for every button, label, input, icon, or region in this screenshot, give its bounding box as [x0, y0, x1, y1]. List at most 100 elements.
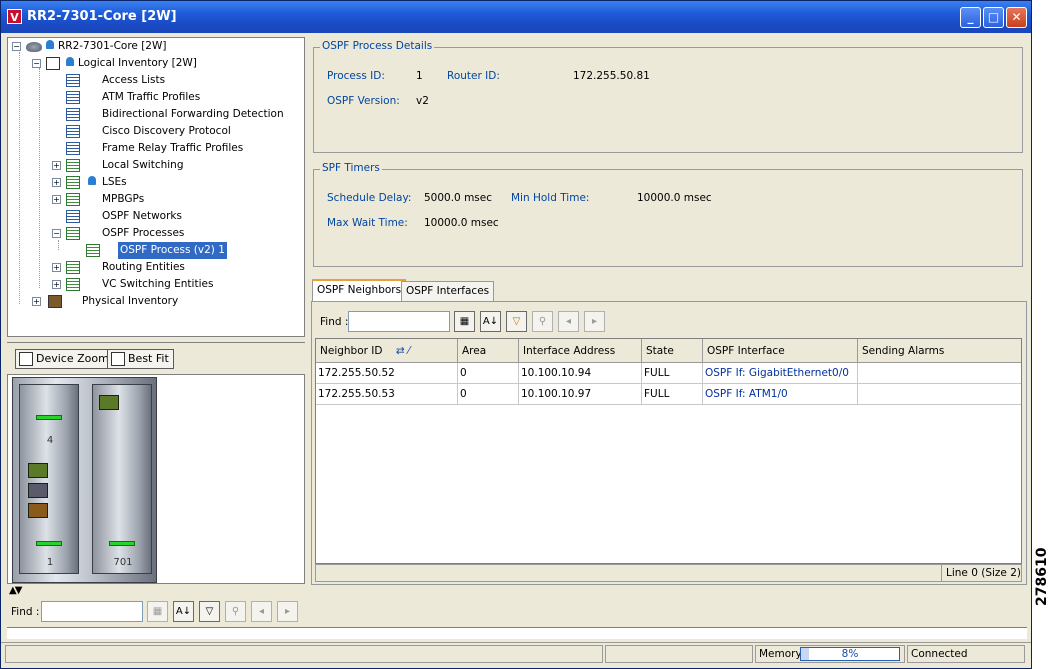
- router-id-label: Router ID:: [447, 70, 500, 82]
- spf-timers-group: SPF Timers Schedule Delay: 5000.0 msec M…: [313, 162, 1023, 267]
- events-find-input[interactable]: [41, 601, 143, 622]
- status-blank: [605, 645, 753, 663]
- clear-filter-icon[interactable]: ⚲: [532, 311, 553, 332]
- collapse-icon[interactable]: −: [12, 42, 21, 51]
- table-icon: [66, 193, 80, 206]
- table-icon: [66, 261, 80, 274]
- tree-node-label: ATM Traffic Profiles: [102, 91, 201, 103]
- slot-number: 701: [113, 557, 133, 568]
- device-zoom-button[interactable]: Device Zoom: [15, 349, 114, 369]
- events-clear-filter-icon[interactable]: ⚲: [225, 601, 246, 622]
- inventory-tree[interactable]: − RR2-7301-Core [2W] − Logical Inventory…: [7, 37, 305, 337]
- collapse-icon[interactable]: −: [32, 59, 41, 68]
- process-id-value: 1: [416, 70, 423, 82]
- max-wait-time-label: Max Wait Time:: [327, 217, 408, 229]
- cell-ospf-interface-link[interactable]: OSPF If: ATM1/0: [703, 384, 858, 405]
- best-fit-button[interactable]: Best Fit: [107, 349, 174, 369]
- cell-sending-alarms: [858, 384, 1021, 405]
- tree-node-label: MPBGPs: [102, 193, 145, 205]
- router-icon: [26, 42, 42, 52]
- tree-node-label: OSPF Processes: [102, 227, 185, 239]
- table-icon: [66, 176, 80, 189]
- zoom-toolbar: Device Zoom Best Fit: [7, 342, 305, 374]
- tree-node-label: RR2-7301-Core [2W]: [58, 40, 167, 52]
- main-window: V RR2-7301-Core [2W] _ □ ✕ − RR2-7301-Co…: [0, 0, 1032, 669]
- process-id-label: Process ID:: [327, 70, 385, 82]
- tab-ospf-interfaces[interactable]: OSPF Interfaces: [401, 281, 495, 301]
- cell-interface-address: 10.100.10.97: [519, 384, 642, 405]
- port-module[interactable]: [99, 395, 119, 410]
- column-header-neighbor-id[interactable]: Neighbor ID ⇄ ⁄: [316, 339, 458, 363]
- status-bar: Memory: 8% Connected: [1, 642, 1031, 664]
- events-filter-icon[interactable]: ▽: [199, 601, 220, 622]
- previous-icon[interactable]: ◂: [558, 311, 579, 332]
- tab-ospf-neighbors[interactable]: OSPF Neighbors: [312, 279, 407, 302]
- events-previous-icon[interactable]: ◂: [251, 601, 272, 622]
- memory-progress-fill: [801, 648, 809, 660]
- events-find-label: Find :: [11, 606, 40, 618]
- column-header-ospf-interface[interactable]: OSPF Interface: [703, 339, 858, 363]
- expand-icon[interactable]: +: [52, 195, 61, 204]
- cell-neighbor-id: 172.255.50.53: [316, 384, 458, 405]
- tree-guide-line: [58, 240, 59, 250]
- memory-label: Memory:: [759, 648, 805, 660]
- schedule-delay-value: 5000.0 msec: [424, 192, 493, 204]
- chassis[interactable]: 4 1 701: [12, 377, 157, 583]
- table-icon: [66, 227, 80, 240]
- ospf-version-label: OSPF Version:: [327, 95, 400, 107]
- filter-icon[interactable]: ▽: [506, 311, 527, 332]
- table-status-bar: Line 0 (Size 2): [315, 564, 1022, 582]
- expand-icon[interactable]: +: [52, 178, 61, 187]
- title-bar[interactable]: V RR2-7301-Core [2W] _ □ ✕: [1, 1, 1031, 33]
- save-icon[interactable]: ▦: [454, 311, 475, 332]
- alarm-bell-icon: [66, 57, 74, 66]
- split-pane-arrows[interactable]: ▲▼: [9, 585, 22, 596]
- next-icon[interactable]: ▸: [584, 311, 605, 332]
- chassis-view[interactable]: 4 1 701: [7, 374, 305, 584]
- table-icon: [66, 159, 80, 172]
- maximize-button[interactable]: □: [983, 7, 1004, 28]
- sort-icon[interactable]: A↓: [480, 311, 501, 332]
- port-module[interactable]: [28, 503, 48, 518]
- header-label: Neighbor ID: [320, 345, 383, 357]
- column-header-area[interactable]: Area: [458, 339, 519, 363]
- table-icon: [66, 108, 80, 121]
- minimize-button[interactable]: _: [960, 7, 981, 28]
- table-icon: [66, 91, 80, 104]
- max-wait-time-value: 10000.0 msec: [424, 217, 499, 229]
- find-input[interactable]: [348, 311, 450, 332]
- expand-icon[interactable]: +: [52, 263, 61, 272]
- ospf-neighbors-table[interactable]: Neighbor ID ⇄ ⁄ Area Interface Address S…: [315, 338, 1022, 564]
- tree-node-label: Physical Inventory: [82, 295, 179, 307]
- column-header-sending-alarms[interactable]: Sending Alarms: [858, 339, 1021, 363]
- status-led: [36, 415, 62, 420]
- port-module[interactable]: [28, 463, 48, 478]
- chassis-card-right[interactable]: 701: [92, 384, 152, 574]
- cell-neighbor-id: 172.255.50.52: [316, 363, 458, 384]
- alarm-bell-icon: [88, 176, 96, 185]
- expand-icon[interactable]: +: [52, 161, 61, 170]
- events-toolbar: Find : ▦ A↓ ▽ ⚲ ◂ ▸: [7, 597, 1027, 629]
- min-hold-time-value: 10000.0 msec: [637, 192, 712, 204]
- events-sort-icon[interactable]: A↓: [173, 601, 194, 622]
- tree-node-label: OSPF Process (v2) 1: [118, 242, 227, 259]
- events-next-icon[interactable]: ▸: [277, 601, 298, 622]
- column-header-state[interactable]: State: [642, 339, 703, 363]
- tree-node-label: Routing Entities: [102, 261, 185, 273]
- cell-state: FULL: [642, 363, 703, 384]
- group-title: SPF Timers: [320, 162, 382, 174]
- chassis-card-left[interactable]: 4 1: [19, 384, 79, 574]
- cell-ospf-interface-link[interactable]: OSPF If: GigabitEthernet0/0: [703, 363, 858, 384]
- ospf-process-details-group: OSPF Process Details Process ID: 1 Route…: [313, 40, 1023, 153]
- column-header-interface-address[interactable]: Interface Address: [519, 339, 642, 363]
- port-module[interactable]: [28, 483, 48, 498]
- collapse-icon[interactable]: −: [52, 229, 61, 238]
- tree-guide-line: [39, 68, 40, 288]
- status-led: [36, 541, 62, 546]
- expand-icon[interactable]: +: [32, 297, 41, 306]
- events-save-icon[interactable]: ▦: [147, 601, 168, 622]
- expand-icon[interactable]: +: [52, 280, 61, 289]
- tree-node-label: Frame Relay Traffic Profiles: [102, 142, 244, 154]
- close-button[interactable]: ✕: [1006, 7, 1027, 28]
- events-table[interactable]: [7, 627, 1027, 639]
